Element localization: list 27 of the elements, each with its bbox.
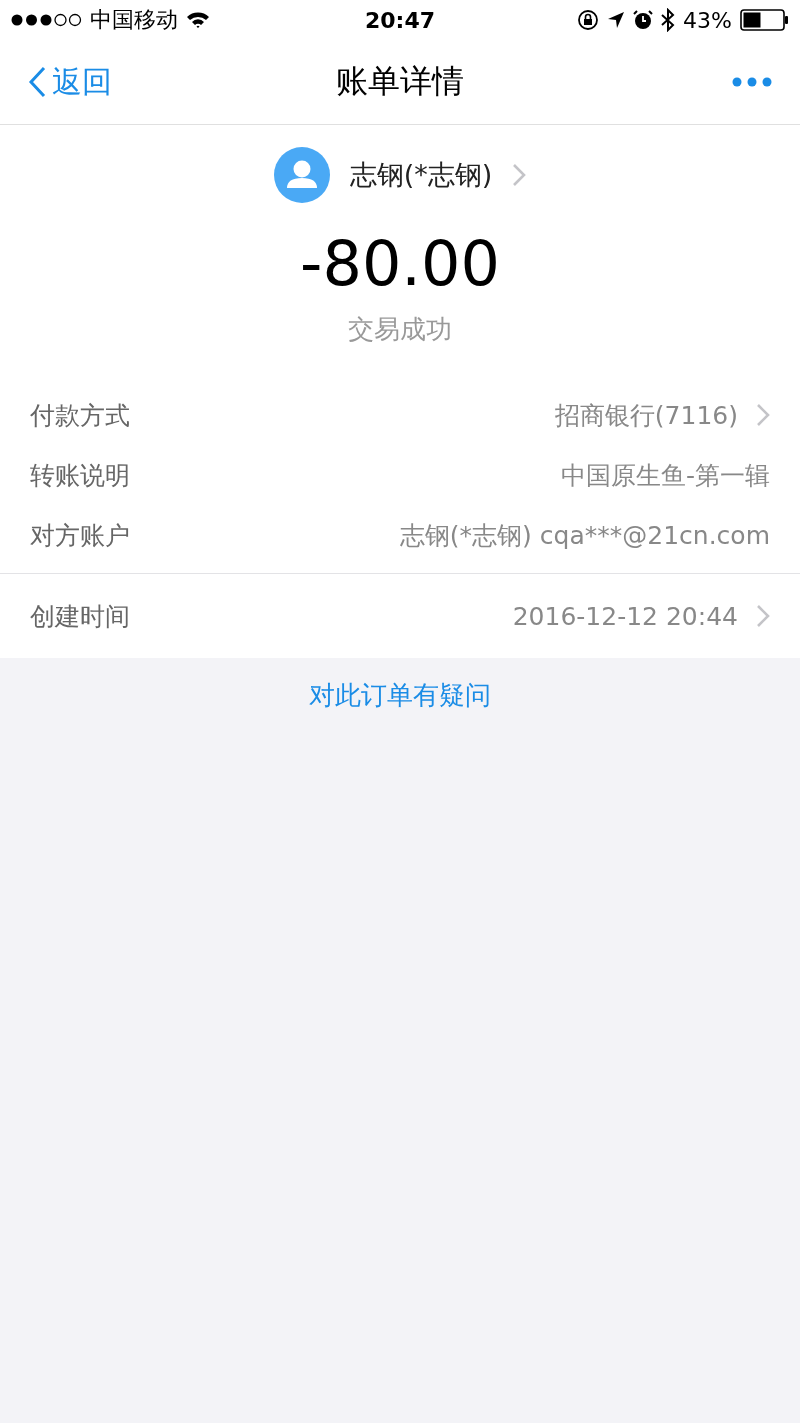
back-chevron-icon	[28, 66, 46, 98]
wifi-icon	[186, 11, 210, 29]
transaction-status: 交易成功	[347, 313, 453, 346]
rotation-lock-icon	[577, 9, 600, 31]
row-value: 志钢(*志钢) cqa***@21cn.com	[399, 519, 770, 552]
page-title: 账单详情	[336, 62, 464, 100]
row-label: 对方账户	[30, 519, 130, 552]
row-value: 2016-12-12 20:44	[512, 601, 738, 631]
location-arrow-icon	[607, 11, 626, 29]
status-time: 20:47	[365, 7, 435, 33]
row-label: 付款方式	[30, 399, 130, 432]
bluetooth-icon	[661, 8, 676, 32]
avatar-icon	[273, 147, 330, 203]
signal-icon	[10, 13, 82, 27]
row-label: 创建时间	[30, 600, 130, 633]
battery-percent: 43%	[683, 7, 732, 33]
row-value: 招商银行(7116)	[554, 399, 738, 432]
alarm-clock-icon	[633, 10, 654, 30]
question-link[interactable]: 对此订单有疑问	[309, 678, 491, 713]
row-label: 转账说明	[30, 459, 130, 492]
battery-icon	[740, 9, 790, 31]
row-value: 中国原生鱼-第一辑	[560, 459, 770, 492]
payee-name[interactable]: 志钢(*志钢)	[349, 157, 493, 193]
back-button[interactable]: 返回	[28, 61, 112, 103]
more-button[interactable]	[732, 77, 772, 87]
amount-text: -80.00	[299, 227, 501, 300]
carrier-name: 中国移动	[90, 6, 178, 34]
